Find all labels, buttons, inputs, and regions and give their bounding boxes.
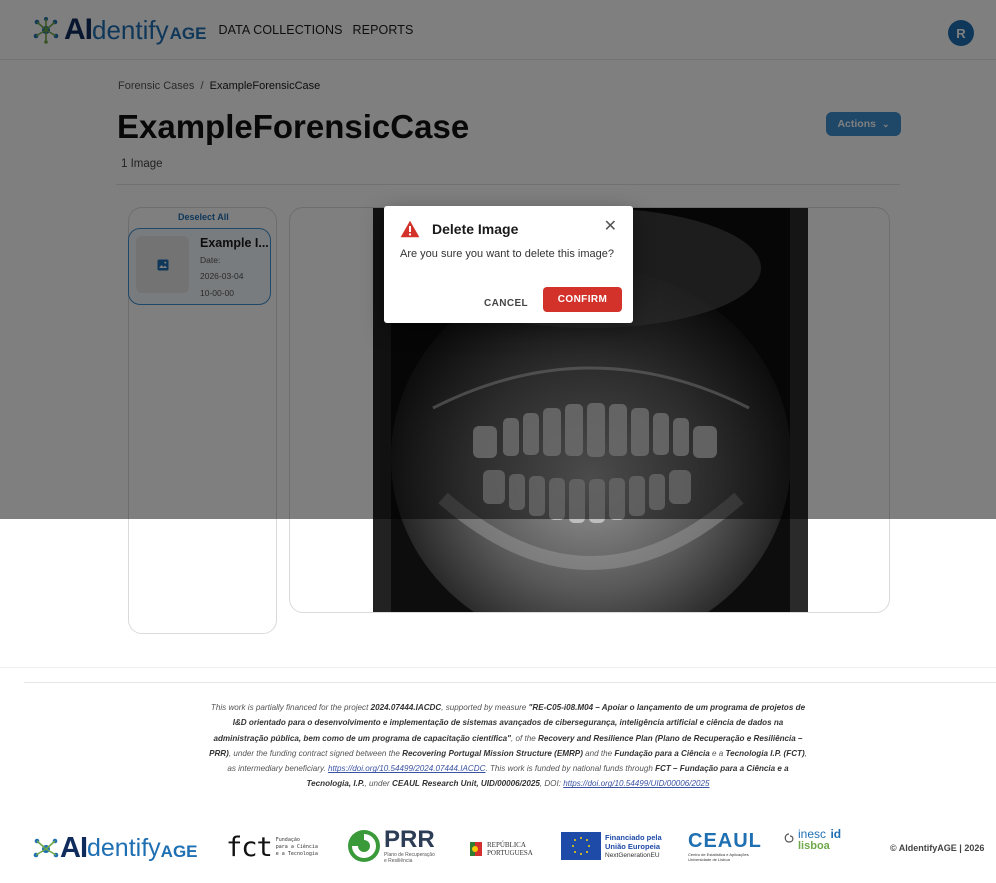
funding-text: , under the funding contract signed betw…: [228, 748, 403, 758]
funding-text: . This work is funded by national funds …: [485, 764, 656, 774]
copyright: © AIdentifyAGE | 2026: [890, 843, 985, 853]
funding-bold: 2024.07444.IACDC: [370, 703, 442, 712]
footer-divider-outer: [0, 667, 996, 668]
prr-main: PRR: [384, 826, 435, 853]
footer-brand-age: AGE: [160, 841, 198, 861]
eu-flag-icon: [561, 832, 601, 860]
cancel-button[interactable]: CANCEL: [480, 292, 532, 314]
brand-mark-icon: [33, 838, 59, 857]
funding-bold: Recovering Portugal Mission Structure (E…: [402, 748, 583, 758]
close-icon[interactable]: ✕: [604, 219, 617, 235]
republica-portuguesa-logo: REPÚBLICA PORTUGUESA: [470, 840, 533, 858]
footer-brand-logo: AI dentify AGE: [32, 832, 198, 865]
confirm-button[interactable]: CONFIRM: [543, 287, 622, 312]
prr-mark-icon: [348, 830, 380, 862]
ceaul-logo: CEAUL Centro de Estatística e Aplicações…: [688, 830, 762, 862]
footer-brand-dentify: dentify: [87, 834, 161, 862]
eu-logo: Financiado pela União Europeia NextGener…: [561, 832, 662, 860]
eu-text: Financiado pela: [605, 832, 662, 842]
fct-logo: fct Fundação para a Ciência e a Tecnolog…: [226, 832, 318, 863]
app: AI dentify AGE DATA COLLECTIONS REPORTS …: [0, 0, 996, 660]
dialog-title: Delete Image: [432, 221, 519, 237]
funding-text: This work is partially financed for the …: [210, 703, 371, 712]
funding-text: , DOI:: [539, 779, 564, 789]
republica-text: PORTUGUESA: [487, 849, 533, 857]
republica-text: REPÚBLICA: [487, 841, 526, 849]
portugal-flag-icon: [470, 842, 482, 856]
id-text: id: [830, 827, 842, 841]
ceaul-main: CEAUL: [688, 830, 762, 852]
ceaul-doi-link[interactable]: https://doi.org/10.54499/UID/00006/2025: [563, 779, 709, 788]
eu-text: NextGenerationEU: [605, 851, 660, 859]
eu-text: União Europeia: [605, 841, 661, 851]
fct-main: fct: [226, 832, 273, 863]
funding-bold: Tecnologia I.P. (FCT): [725, 748, 805, 758]
inesc-swirl-icon: [784, 833, 794, 843]
fct-sub: e a Tecnologia: [275, 851, 318, 857]
funding-statement: This work is partially financed for the …: [206, 700, 810, 792]
lisboa-text: lisboa: [798, 840, 830, 852]
footer-brand-ai: AI: [60, 832, 88, 864]
funding-text: , of the: [511, 733, 539, 743]
prr-sub: e Resiliência: [384, 858, 413, 864]
partner-logos: AI dentify AGE fct Fundação para a Ciênc…: [0, 826, 996, 870]
fct-sub: para a Ciência: [275, 844, 318, 850]
inesc-id-logo: inesc id lisboa: [782, 828, 841, 852]
funding-doi-link[interactable]: https://doi.org/10.54499/2024.07444.IACD…: [328, 764, 486, 773]
funding-bold: Fundação para a Ciência: [614, 748, 710, 758]
dialog-message: Are you sure you want to delete this ima…: [400, 248, 615, 260]
inesc-text: inesc: [798, 827, 827, 841]
funding-text: e a: [709, 748, 726, 758]
funding-text: and the: [582, 748, 615, 758]
prr-logo: PRR Plano de Recuperação e Resiliência: [346, 828, 435, 864]
funding-bold: CEAUL Research Unit, UID/00006/2025: [391, 779, 540, 789]
footer-divider: [24, 682, 996, 683]
funding-text: , supported by measure: [441, 703, 529, 712]
delete-image-dialog: Delete Image ✕ Are you sure you want to …: [384, 206, 633, 323]
funding-text: , under: [364, 779, 392, 789]
ceaul-sub: Universidade de Lisboa: [688, 857, 730, 862]
warning-icon: [400, 220, 420, 238]
fct-sub: Fundação: [275, 837, 300, 843]
